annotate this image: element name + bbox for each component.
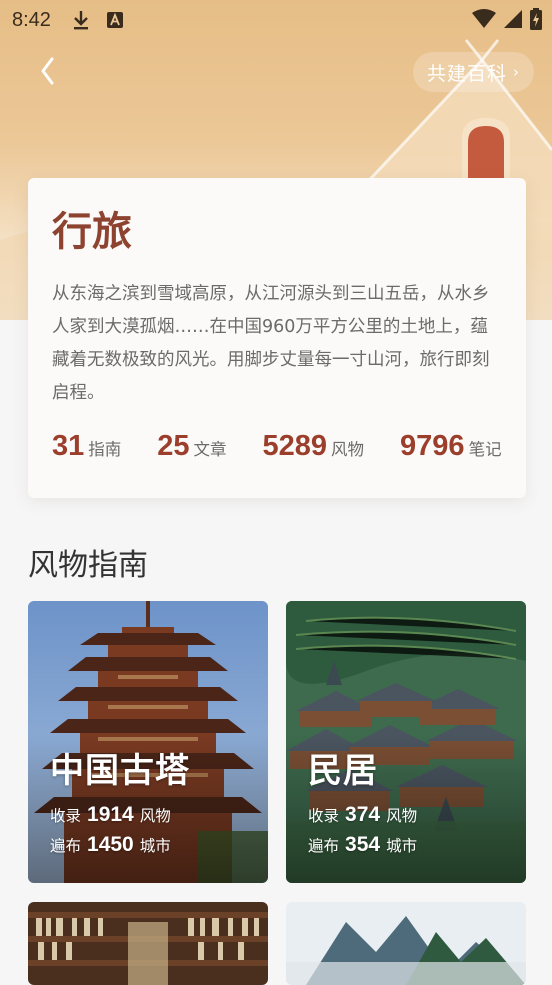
stat-notes-value: 9796 bbox=[400, 430, 465, 462]
chevron-left-icon bbox=[39, 57, 55, 89]
dwellings-collected-unit: 风物 bbox=[386, 807, 418, 825]
guide-card-bookstore[interactable] bbox=[28, 902, 268, 985]
status-time: 8:42 bbox=[12, 8, 51, 31]
stat-items: 5289 风物 bbox=[263, 430, 365, 463]
guide-name-dwellings: 民居 bbox=[308, 751, 378, 791]
intro-title: 行旅 bbox=[52, 208, 132, 255]
dwellings-spread-line: 遍布 354 城市 bbox=[308, 833, 417, 857]
section-title: 风物指南 bbox=[28, 548, 148, 583]
stat-articles-label: 文章 bbox=[193, 440, 227, 459]
stat-notes-label: 笔记 bbox=[468, 440, 502, 459]
co-build-wiki-button[interactable]: 共建百科 › bbox=[412, 52, 534, 92]
stat-articles: 25 文章 bbox=[157, 430, 226, 463]
stat-items-label: 风物 bbox=[331, 440, 365, 459]
dwellings-spread-prefix: 遍布 bbox=[308, 837, 340, 855]
guide-name-pagoda: 中国古塔 bbox=[50, 751, 190, 791]
chevron-right-icon: › bbox=[513, 63, 520, 81]
dwellings-collected-count: 374 bbox=[345, 803, 381, 826]
dwellings-spread-unit: 城市 bbox=[386, 837, 418, 855]
back-button[interactable] bbox=[32, 56, 62, 90]
pagoda-collected-prefix: 收录 bbox=[50, 807, 82, 825]
stat-items-value: 5289 bbox=[262, 430, 328, 462]
pagoda-spread-line: 遍布 1450 城市 bbox=[50, 833, 171, 857]
stats-row: 31 指南 25 文章 5289 风物 9796 笔记 bbox=[52, 430, 502, 463]
bookstore-image bbox=[28, 902, 268, 985]
pagoda-collected-line: 收录 1914 风物 bbox=[50, 803, 171, 827]
wifi-icon bbox=[472, 9, 496, 34]
guide-card-mountains[interactable] bbox=[286, 902, 526, 985]
stat-guides: 31 指南 bbox=[52, 430, 121, 463]
cell-signal-icon bbox=[504, 9, 522, 34]
dwellings-collected-line: 收录 374 风物 bbox=[308, 803, 417, 827]
mountains-image bbox=[286, 902, 526, 985]
font-a-icon bbox=[106, 12, 123, 28]
stat-guides-value: 31 bbox=[52, 430, 85, 462]
guide-card-pagoda[interactable]: 中国古塔 收录 1914 风物 遍布 1450 城市 bbox=[28, 601, 268, 883]
guide-card-dwellings[interactable]: 民居 收录 374 风物 遍布 354 城市 bbox=[286, 601, 526, 883]
intro-card: 行旅 从东海之滨到雪域高原，从江河源头到三山五岳，从水乡人家到大漠孤烟……在中国… bbox=[28, 178, 526, 498]
pagoda-collected-count: 1914 bbox=[87, 803, 134, 826]
pagoda-collected-unit: 风物 bbox=[139, 807, 171, 825]
co-build-wiki-label: 共建百科 bbox=[426, 62, 507, 85]
stat-guides-label: 指南 bbox=[88, 440, 122, 459]
dwellings-spread-count: 354 bbox=[345, 833, 381, 856]
pagoda-spread-prefix: 遍布 bbox=[50, 837, 82, 855]
status-bar: 8:42 bbox=[0, 0, 552, 40]
battery-charging-icon bbox=[530, 8, 542, 35]
intro-description: 从东海之滨到雪域高原，从江河源头到三山五岳，从水乡人家到大漠孤烟……在中国960… bbox=[52, 284, 490, 403]
pagoda-spread-count: 1450 bbox=[87, 833, 134, 856]
pagoda-spread-unit: 城市 bbox=[139, 837, 171, 855]
stat-notes: 9796 笔记 bbox=[400, 430, 502, 463]
stat-articles-value: 25 bbox=[157, 430, 190, 462]
download-icon bbox=[73, 10, 89, 30]
dwellings-collected-prefix: 收录 bbox=[308, 807, 340, 825]
